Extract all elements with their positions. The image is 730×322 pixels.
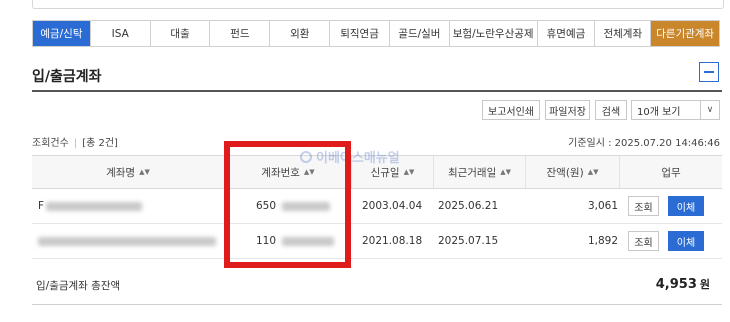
account-name — [38, 224, 216, 258]
section-title: 입/출금계좌 — [32, 69, 102, 85]
top-panel-edge — [32, 0, 724, 9]
chevron-down-icon: ∨ — [700, 101, 719, 119]
report-print-button[interactable]: 보고서인쇄 — [482, 100, 540, 120]
view-button[interactable]: 조회 — [628, 196, 659, 216]
opened-date: 2021.08.18 — [362, 235, 423, 247]
table-row: F 650 2003.04.04 2025.06.21 3,061 조회 이체 — [32, 189, 722, 224]
highlight-box — [224, 141, 351, 268]
last-transaction-date: 2025.07.15 — [438, 235, 499, 247]
sort-icon: ▲▼ — [500, 168, 512, 176]
minus-icon — [704, 71, 714, 73]
page-size-value: 10개 보기 — [637, 106, 681, 118]
tab-deposit-trust[interactable]: 예금/신탁 — [33, 21, 91, 46]
tab-pension[interactable]: 퇴직연금 — [330, 21, 390, 46]
tab-isa[interactable]: ISA — [91, 21, 151, 46]
total-balance-row: 입/출금계좌 총잔액 4,953 원 — [32, 268, 722, 305]
transfer-button[interactable]: 이체 — [668, 231, 704, 251]
search-button[interactable]: 검색 — [595, 100, 627, 120]
tab-gold-silver[interactable]: 골드/실버 — [390, 21, 450, 46]
view-button[interactable]: 조회 — [628, 231, 659, 251]
last-transaction-date: 2025.06.21 — [438, 200, 499, 212]
account-name: F — [38, 189, 143, 223]
sort-icon: ▲▼ — [403, 168, 415, 176]
header-actions: 업무 — [661, 166, 681, 179]
header-account-name[interactable]: 계좌명 ▲▼ — [32, 156, 225, 188]
collapse-button[interactable] — [699, 62, 719, 82]
section-divider — [32, 90, 722, 92]
count-label: 조회건수 — [32, 138, 69, 149]
tab-forex[interactable]: 외환 — [270, 21, 331, 46]
masked-text — [38, 236, 216, 246]
table-row: 110 2021.08.18 2025.07.15 1,892 조회 이체 — [32, 224, 722, 259]
save-file-button[interactable]: 파일저장 — [545, 100, 590, 120]
header-balance[interactable]: 잔액(원) ▲▼ — [526, 156, 620, 188]
header-last-transaction[interactable]: 최근거래일 ▲▼ — [434, 156, 526, 188]
tab-dormant[interactable]: 휴면예금 — [538, 21, 596, 46]
count-value: [총 2건] — [82, 138, 118, 149]
page-size-select[interactable]: 10개 보기 ∨ — [631, 100, 720, 120]
transfer-button[interactable]: 이체 — [668, 196, 704, 216]
tab-loan[interactable]: 대출 — [151, 21, 211, 46]
tab-all-accounts[interactable]: 전체계좌 — [595, 21, 652, 46]
tab-fund[interactable]: 펀드 — [210, 21, 271, 46]
base-time: 기준일시 : 2025.07.20 14:46:46 — [568, 138, 720, 149]
masked-text — [46, 201, 143, 211]
opened-date: 2003.04.04 — [362, 200, 423, 212]
total-amount: 4,953 원 — [655, 277, 710, 292]
tab-other-institution[interactable]: 다른기관계좌 — [651, 21, 720, 46]
total-label: 입/출금계좌 총잔액 — [36, 280, 121, 292]
sort-icon: ▲▼ — [139, 168, 150, 176]
result-count: 조회건수 | [총 2건] — [32, 138, 118, 149]
balance: 3,061 — [587, 200, 618, 212]
balance: 1,892 — [587, 235, 618, 247]
tab-insurance[interactable]: 보험/노란우산공제 — [450, 21, 538, 46]
product-tabs: 예금/신탁 ISA 대출 펀드 외환 퇴직연금 골드/실버 보험/노란우산공제 … — [32, 20, 720, 47]
sort-icon: ▲▼ — [587, 168, 599, 176]
